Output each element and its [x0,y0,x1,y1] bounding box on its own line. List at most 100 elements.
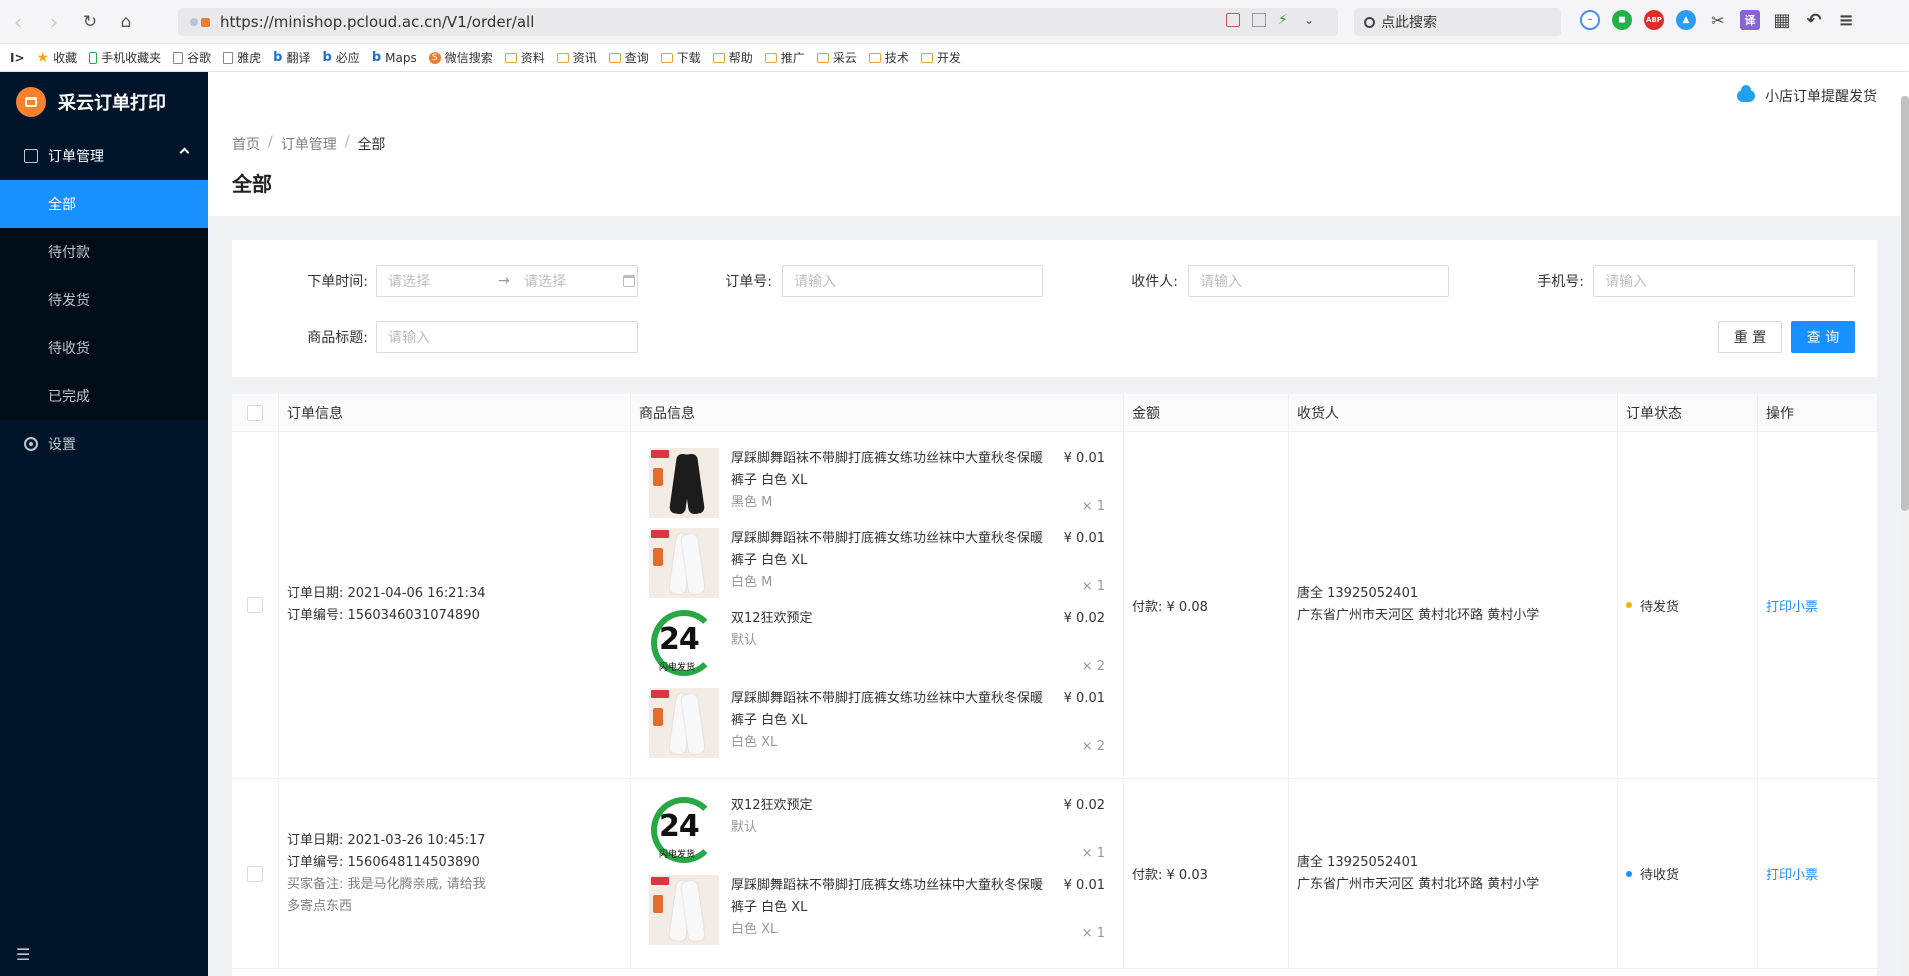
folder-icon [920,52,933,63]
grid-icon[interactable]: ▦ [1772,10,1792,31]
breadcrumb-order-management[interactable]: 订单管理 [281,134,337,154]
print-receipt-link[interactable]: 打印小票 [1766,864,1818,883]
goods-title-input[interactable]: 请输入 [376,321,638,353]
bing-icon: b [371,50,382,65]
qr-icon[interactable] [1252,13,1266,27]
chevron-down-icon[interactable]: ⌄ [1304,13,1318,27]
bookmark-mobile[interactable]: 手机收藏夹 [89,49,161,66]
goods-title: 厚踩脚舞蹈袜不带脚打底裤女练功丝袜中大童秋冬保暖裤子 白色 XL [731,878,1044,915]
order-time-range-picker[interactable]: 请选择 → 请选择 [376,265,638,297]
row-select-cell [232,432,279,778]
bookmark-maps[interactable]: b Maps [372,51,417,65]
goods-qty: × 2 [1081,739,1105,754]
lightning-icon[interactable]: ⚡ [1278,13,1292,27]
page-title: 全部 [232,172,272,196]
table-header: 订单信息 商品信息 金额 收货人 订单状态 操作 [232,394,1877,432]
forward-icon[interactable]: › [36,0,72,44]
range-start-input[interactable]: 请选择 [388,271,498,291]
address-bar[interactable]: https://minishop.pcloud.ac.cn/V1/order/a… [178,8,1338,36]
bookmark-translate[interactable]: b 翻译 [273,49,310,66]
browser-search[interactable]: 点此搜索 [1354,8,1561,36]
sogou-icon: S [428,51,441,64]
sidebar-item-pending-payment[interactable]: 待付款 [0,228,208,276]
order-submenu: 全部 待付款 待发货 待收货 已完成 [0,180,208,420]
order-no-input[interactable]: 请输入 [782,265,1043,297]
actions-cell: 打印小票 [1758,779,1877,968]
minus-circle-icon[interactable]: – [1580,10,1600,30]
sidebar-item-pending-receipt[interactable]: 待收货 [0,324,208,372]
brand[interactable]: 采云订单打印 [0,72,208,132]
reload-icon[interactable]: ↻ [72,0,108,44]
scrollbar-thumb[interactable] [1901,96,1909,511]
breadcrumb: 首页 / 订单管理 / 全部 [232,134,1885,154]
bookmark-folder-resources[interactable]: 资料 [504,49,545,66]
adblock-icon[interactable]: ABP [1644,10,1664,30]
menu-order-management[interactable]: 订单管理 [0,132,208,180]
status-badge: 待收货 [1640,868,1680,883]
goods-item: 厚踩脚舞蹈袜不带脚打底裤女练功丝袜中大童秋冬保暖裤子 白色 XL 白色 XL ¥ … [649,688,1105,758]
order-number: 订单编号: 1560648114503890 [287,854,480,870]
order-no-label: 订单号: [725,274,772,290]
bookmark-folder-help[interactable]: 帮助 [712,49,753,66]
home-icon[interactable]: ⌂ [108,0,144,44]
bookmark-bing[interactable]: b 必应 [322,49,359,66]
amount-cell: 付款: ¥ 0.08 [1124,432,1289,778]
select-all-checkbox[interactable] [247,405,263,421]
header-receiver: 收货人 [1289,394,1618,432]
undo-icon[interactable]: ↶ [1804,10,1824,31]
translate-icon[interactable]: 译 [1740,10,1760,30]
breadcrumb-home[interactable]: 首页 [232,134,260,154]
collapse-menu-icon[interactable]: ☰ [16,945,30,964]
bing-icon: b [273,50,283,65]
phone-input[interactable]: 请输入 [1593,265,1855,297]
menu-group-label: 订单管理 [48,149,104,165]
settings-label: 设置 [48,437,76,453]
row-checkbox[interactable] [247,865,263,882]
sidebar-item-pending-shipment[interactable]: 待发货 [0,276,208,324]
folder-icon [504,52,517,63]
status-dot [1626,870,1632,877]
search-icon [1364,16,1375,28]
bookmarks-toggle-icon[interactable]: I> [10,51,25,65]
order-info-cell: 订单日期: 2021-04-06 16:21:34 订单编号: 15603460… [279,432,631,778]
status-badge: 待发货 [1640,599,1680,615]
scissors-icon[interactable]: ✂ [1708,10,1728,30]
triangle-app-icon[interactable]: ▲ [1676,10,1696,30]
order-list-icon [24,149,38,163]
reset-button[interactable]: 重 置 [1718,321,1782,353]
row-checkbox[interactable] [247,597,263,613]
goods-sku: 黑色 M [731,495,773,510]
query-button[interactable]: 查 询 [1791,321,1855,353]
filter-form: 下单时间: 请选择 → 请选择 订单号: 请输入 收件人: 请输入 手机号: 请… [232,240,1877,377]
bookmark-folder-download[interactable]: 下载 [660,49,701,66]
bookmark-google[interactable]: 谷歌 [173,49,211,66]
goods-title: 双12狂欢预定 [731,611,813,626]
bookmark-folder-query[interactable]: 查询 [608,49,649,66]
bookmark-folder-promotion[interactable]: 推广 [764,49,805,66]
bookmark-wechat-search[interactable]: S 微信搜索 [428,49,493,66]
24h-delivery-badge-thumbnail: 24 闪电发货 [649,608,719,678]
buyer-remark: 买家备注: 我是马化腾亲戚, 请给我多寄点东西 [287,876,486,914]
range-end-input[interactable]: 请选择 [524,271,619,291]
bookmark-folder-tech[interactable]: 技术 [868,49,909,66]
receiver-name-phone: 唐全 13925052401 [1297,586,1419,601]
sidebar-item-settings[interactable]: 设置 [0,420,208,468]
bookmark-folder-caiyun[interactable]: 采云 [816,49,857,66]
bookmark-favorites[interactable]: ★ 收藏 [37,49,78,66]
printer-logo-icon [16,87,46,117]
receiver-input[interactable]: 请输入 [1188,265,1449,297]
goods-qty: × 1 [1081,846,1105,861]
bookmark-folder-dev[interactable]: 开发 [920,49,961,66]
green-app-icon[interactable]: ◼ [1612,10,1632,30]
bookmark-folder-news[interactable]: 资讯 [556,49,597,66]
sidebar-item-completed[interactable]: 已完成 [0,372,208,420]
url-text: https://minishop.pcloud.ac.cn/V1/order/a… [220,13,535,31]
folder-icon [660,52,673,63]
reader-icon[interactable] [1226,13,1240,27]
shop-order-reminder[interactable]: 小店订单提醒发货 [1737,85,1877,106]
bookmark-yahoo[interactable]: 雅虎 [223,49,261,66]
sidebar-item-all[interactable]: 全部 [0,180,208,228]
back-icon[interactable]: ‹ [0,0,36,44]
menu-icon[interactable]: ≡ [1836,10,1856,31]
print-receipt-link[interactable]: 打印小票 [1766,596,1818,615]
